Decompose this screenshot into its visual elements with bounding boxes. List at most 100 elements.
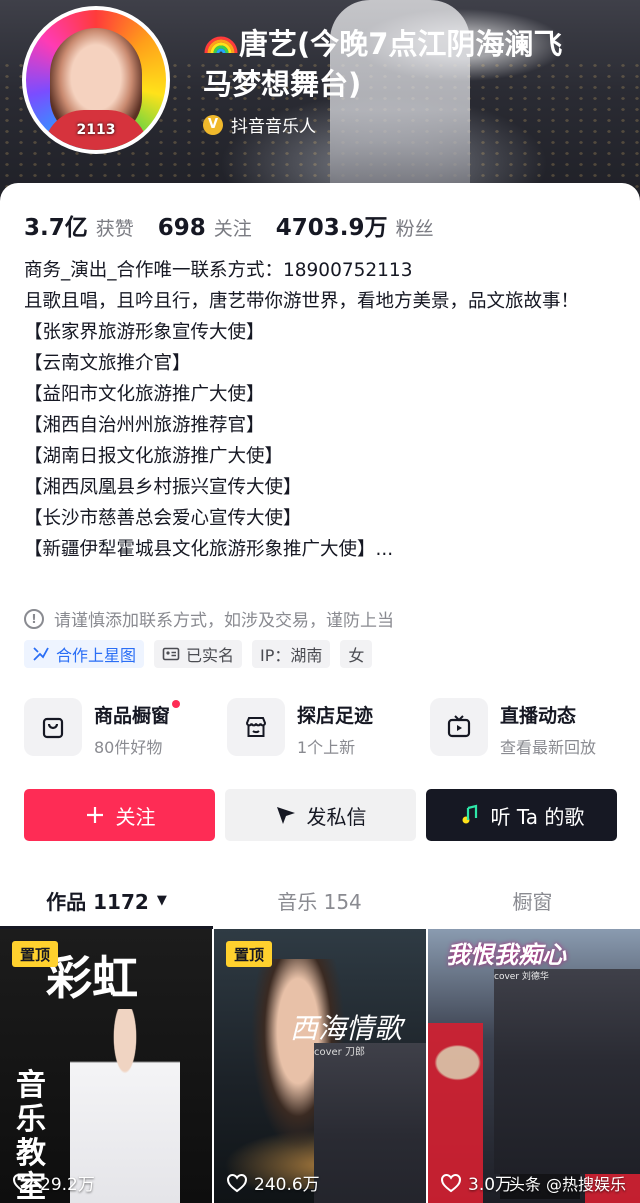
shortcut-live-title: 直播动态 (500, 705, 577, 727)
caret-down-icon: ▼ (156, 892, 167, 908)
shortcut-shop-window[interactable]: 商品橱窗 80件好物 (24, 698, 227, 758)
shortcut-live-icon-box (430, 698, 488, 756)
heart-icon (226, 1173, 248, 1192)
bio-line: 【云南文旅推介官】 (24, 353, 191, 374)
stat-likes[interactable]: 3.7亿 获赞 (24, 208, 134, 242)
video-tile[interactable]: 我恨我痴心 cover 刘德华 3.0万 头条 @热搜娱乐 (428, 929, 640, 1203)
video-cover-title: 彩虹 (46, 951, 138, 1005)
profile-name-line2: 马梦想舞台) (203, 67, 362, 101)
shortcut-store-icon-box (227, 698, 285, 756)
stat-likes-value: 3.7亿 (24, 215, 88, 241)
shortcut-store-visits[interactable]: 探店足迹 1个上新 (227, 698, 430, 758)
tv-icon (447, 715, 471, 738)
tag-real-name: 已实名 (154, 640, 243, 668)
tab-showcase[interactable]: 橱窗 (426, 875, 639, 925)
exclamation-circle-icon: ! (24, 608, 44, 629)
profile-name: 唐艺(今晚7点江阴海澜飞 马梦想舞台) (203, 24, 623, 104)
contact-warning-text: 请谨慎添加联系方式，如涉及交易，谨防上当 (54, 611, 394, 631)
listen-songs-button[interactable]: 听 Ta 的歌 (426, 789, 617, 841)
listen-songs-button-label: 听 Ta 的歌 (490, 804, 585, 829)
video-tile[interactable]: 彩虹 音乐教室 置顶 29.2万 (0, 929, 212, 1203)
video-cover-title: 西海情歌 (290, 1012, 403, 1045)
store-icon (245, 717, 267, 737)
tag-ip-location: IP：湖南 (252, 640, 331, 668)
pinned-badge: 置顶 (12, 941, 59, 967)
video-grid: 彩虹 音乐教室 置顶 29.2万 西海情歌 cover 刀郎 置顶 240.6万… (0, 929, 640, 1203)
tab-showcase-label: 橱窗 (512, 889, 553, 914)
music-note-icon (462, 804, 477, 824)
stats-row: 3.7亿 获赞 698 关注 4703.9万 粉丝 (24, 208, 458, 242)
rainbow-icon (204, 36, 238, 54)
shortcut-shop-subtitle: 80件好物 (94, 738, 163, 757)
action-buttons: 关注 发私信 听 Ta 的歌 (24, 789, 617, 841)
message-button[interactable]: 发私信 (225, 789, 416, 841)
bio[interactable]: 商务_演出_合作唯一联系方式：18900752113 且歌且唱，且吟且行，唐艺带… (24, 255, 624, 565)
tag-gender-label: 女 (348, 646, 365, 665)
follow-button-label: 关注 (115, 804, 156, 829)
watermark: 头条 @热搜娱乐 (508, 1175, 626, 1194)
bio-line: 【湖南日报文化旅游推广大使】 (24, 446, 284, 467)
message-button-label: 发私信 (306, 804, 367, 829)
shortcut-shop-title: 商品橱窗 (94, 700, 181, 728)
shortcut-row: 商品橱窗 80件好物 探店足迹 1个上新 直播动态 查看最新回放 (24, 698, 633, 758)
tag-star-map-label: 合作上星图 (56, 646, 137, 665)
verified-label: 抖音音乐人 (231, 117, 316, 137)
tab-works[interactable]: 作品 1172 ▼ (0, 875, 213, 929)
verified-row: V 抖音音乐人 (203, 112, 623, 137)
profile-name-line1: 唐艺(今晚7点江阴海澜飞 (239, 27, 563, 61)
heart-icon (440, 1173, 462, 1192)
video-likes: 3.0万 (440, 1170, 512, 1195)
tag-star-map[interactable]: 合作上星图 (24, 640, 145, 668)
stat-following[interactable]: 698 关注 (158, 214, 252, 241)
stat-followers-value: 4703.9万 (275, 215, 388, 241)
bio-line: 【湘西凤凰县乡村振兴宣传大使】 (24, 477, 302, 498)
bio-line: 【长沙市慈善总会爱心宣传大使】 (24, 508, 302, 529)
bio-line: 【新疆伊犁霍城县文化旅游形象推广大使】... (24, 539, 394, 560)
video-tile[interactable]: 西海情歌 cover 刀郎 置顶 240.6万 (214, 929, 426, 1203)
shortcut-store-subtitle: 1个上新 (297, 738, 356, 757)
bio-line: 【益阳市文化旅游推广大使】 (24, 384, 265, 405)
send-icon (276, 807, 295, 824)
content-tabs: 作品 1172 ▼ 音乐 154 橱窗 (0, 875, 640, 929)
stat-followers[interactable]: 4703.9万 粉丝 (276, 208, 434, 242)
tab-music[interactable]: 音乐 154 (213, 875, 426, 925)
tag-ip-location-label: IP：湖南 (260, 646, 323, 665)
verified-v-icon: V (203, 114, 223, 135)
shortcut-live-updates[interactable]: 直播动态 查看最新回放 (430, 698, 633, 758)
heart-icon (12, 1173, 34, 1192)
shortcut-store-title: 探店足迹 (297, 705, 374, 727)
avatar-number: 2113 (76, 122, 116, 138)
shopping-bag-icon (42, 717, 64, 739)
profile-title: 唐艺(今晚7点江阴海澜飞 马梦想舞台) V 抖音音乐人 (203, 24, 623, 137)
star-map-icon (33, 647, 49, 661)
stat-following-value: 698 (157, 215, 206, 241)
plus-icon (86, 807, 103, 823)
pinned-badge: 置顶 (226, 941, 273, 967)
shortcut-shop-icon-box (24, 698, 82, 756)
video-cover-subtitle: cover 刀郎 (314, 1043, 426, 1203)
bio-line: 【湘西自治州州旅游推荐官】 (24, 415, 265, 436)
tag-gender: 女 (340, 640, 373, 668)
shortcut-live-subtitle: 查看最新回放 (500, 738, 597, 757)
video-cover-subtitle: cover 刘德华 (494, 969, 640, 1174)
stat-followers-label: 粉丝 (395, 218, 434, 240)
video-cover-title: 我恨我痴心 (446, 940, 566, 969)
new-dot-indicator (172, 700, 181, 708)
profile-card: 3.7亿 获赞 698 关注 4703.9万 粉丝 商务_演出_合作唯一联系方式… (0, 183, 640, 1203)
follow-button[interactable]: 关注 (24, 789, 215, 841)
tab-music-label: 音乐 154 (277, 889, 362, 914)
stat-likes-label: 获赞 (95, 218, 134, 240)
bio-line: 且歌且唱，且吟且行，唐艺带你游世界，看地方美景，品文旅故事！ (24, 291, 580, 312)
tab-works-label: 作品 1172 (46, 889, 149, 914)
tag-real-name-label: 已实名 (186, 646, 235, 665)
id-card-icon (162, 647, 180, 661)
video-likes-count: 3.0万 (468, 1175, 513, 1195)
contact-warning: ! 请谨慎添加联系方式，如涉及交易，谨防上当 (24, 606, 394, 631)
video-likes-count: 240.6万 (254, 1175, 320, 1195)
profile-tags: 合作上星图 已实名 IP：湖南 女 (24, 640, 373, 668)
avatar[interactable]: 2113 (22, 6, 170, 154)
video-likes: 29.2万 (12, 1170, 95, 1195)
video-likes: 240.6万 (226, 1170, 320, 1195)
bio-line: 【张家界旅游形象宣传大使】 (24, 322, 265, 343)
bio-line: 商务_演出_合作唯一联系方式：18900752113 (24, 260, 413, 281)
